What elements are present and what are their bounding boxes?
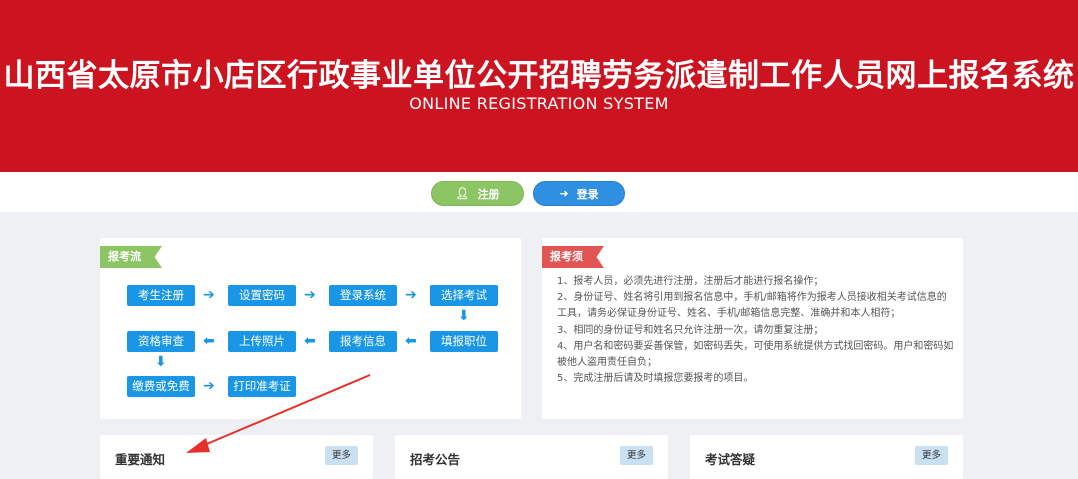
flow-step: 缴费或免费 bbox=[127, 376, 195, 397]
card-title: 考试答疑 bbox=[705, 452, 756, 467]
more-button[interactable]: 更多 bbox=[915, 446, 948, 465]
arrow-left-icon: ⬅ bbox=[304, 333, 316, 349]
flow-step: 上传照片 bbox=[228, 331, 296, 352]
notice-item: 5、完成注册后请及时填报您要报考的项目。 bbox=[557, 373, 754, 385]
notice-item: 4、用户名和密码要妥善保管，如密码丢失，可使用系统提供方式找回密码。用户和密码如… bbox=[557, 340, 954, 369]
card-title: 重要通知 bbox=[115, 452, 166, 467]
flow-step: 报考信息 bbox=[329, 331, 397, 352]
flow-step: 资格审查 bbox=[127, 331, 195, 352]
flow-step: 设置密码 bbox=[228, 285, 296, 306]
flow-step: 选择考试 bbox=[430, 285, 498, 306]
important-notices-card: 重要通知 更多 bbox=[100, 435, 373, 479]
arrow-right-icon: ➔ bbox=[405, 287, 417, 303]
header-banner: 山西省太原市小店区行政事业单位公开招聘劳务派遣制工作人员网上报名系统 ONLIN… bbox=[0, 0, 1078, 172]
page-title: 山西省太原市小店区行政事业单位公开招聘劳务派遣制工作人员网上报名系统 bbox=[3, 58, 1075, 94]
flow-step: 考生注册 bbox=[127, 285, 195, 306]
register-label: 注册 bbox=[477, 187, 500, 201]
flow-step: 登录系统 bbox=[329, 285, 397, 306]
user-icon: 👤︎ bbox=[455, 187, 470, 200]
notice-item: 2、身份证号、姓名将引用到报名信息中，手机/邮箱将作为报考人员接收相关考试信息的… bbox=[557, 292, 947, 320]
notice-ribbon: 报考须知 bbox=[542, 246, 604, 268]
register-button[interactable]: 👤︎ 注册 bbox=[431, 181, 524, 206]
sign-in-icon: ➜ bbox=[559, 187, 569, 200]
flow-ribbon: 报考流程 bbox=[100, 246, 162, 268]
arrow-left-icon: ⬅ bbox=[405, 333, 417, 349]
arrow-right-icon: ➔ bbox=[203, 287, 215, 303]
notice-item: 3、相同的身份证号和姓名只允许注册一次，请勿重复注册； bbox=[557, 324, 824, 336]
flow-step: 填报职位 bbox=[430, 331, 498, 352]
page-subtitle: ONLINE REGISTRATION SYSTEM bbox=[409, 94, 669, 113]
login-button[interactable]: ➜ 登录 bbox=[533, 181, 625, 206]
auth-bar: 👤︎ 注册 ➜ 登录 bbox=[0, 172, 1078, 212]
more-button[interactable]: 更多 bbox=[620, 446, 653, 465]
card-title: 招考公告 bbox=[410, 452, 461, 467]
arrow-right-icon: ➔ bbox=[304, 287, 316, 303]
exam-faq-card: 考试答疑 更多 bbox=[690, 435, 963, 479]
flow-step: 打印准考证 bbox=[228, 376, 296, 397]
arrow-right-icon: ➔ bbox=[203, 378, 215, 394]
arrow-left-icon: ⬅ bbox=[203, 333, 215, 349]
arrow-down-icon: ⬇ bbox=[155, 354, 167, 370]
more-button[interactable]: 更多 bbox=[325, 446, 358, 465]
registration-notice-panel: 报考须知 1、报考人员，必须先进行注册，注册后才能进行报名操作； 2、身份证号、… bbox=[542, 238, 963, 419]
recruitment-announcements-card: 招考公告 更多 bbox=[395, 435, 668, 479]
arrow-down-icon: ⬇ bbox=[458, 308, 470, 324]
notice-item: 1、报考人员，必须先进行注册，注册后才能进行报名操作； bbox=[557, 276, 824, 287]
notice-list: 1、报考人员，必须先进行注册，注册后才能进行报名操作； 2、身份证号、姓名将引用… bbox=[557, 274, 955, 387]
registration-flow-panel: 报考流程 考生注册 ➔ 设置密码 ➔ 登录系统 ➔ 选择考试 ⬇ 填报职位 ⬅ … bbox=[100, 238, 521, 419]
login-label: 登录 bbox=[576, 187, 599, 201]
